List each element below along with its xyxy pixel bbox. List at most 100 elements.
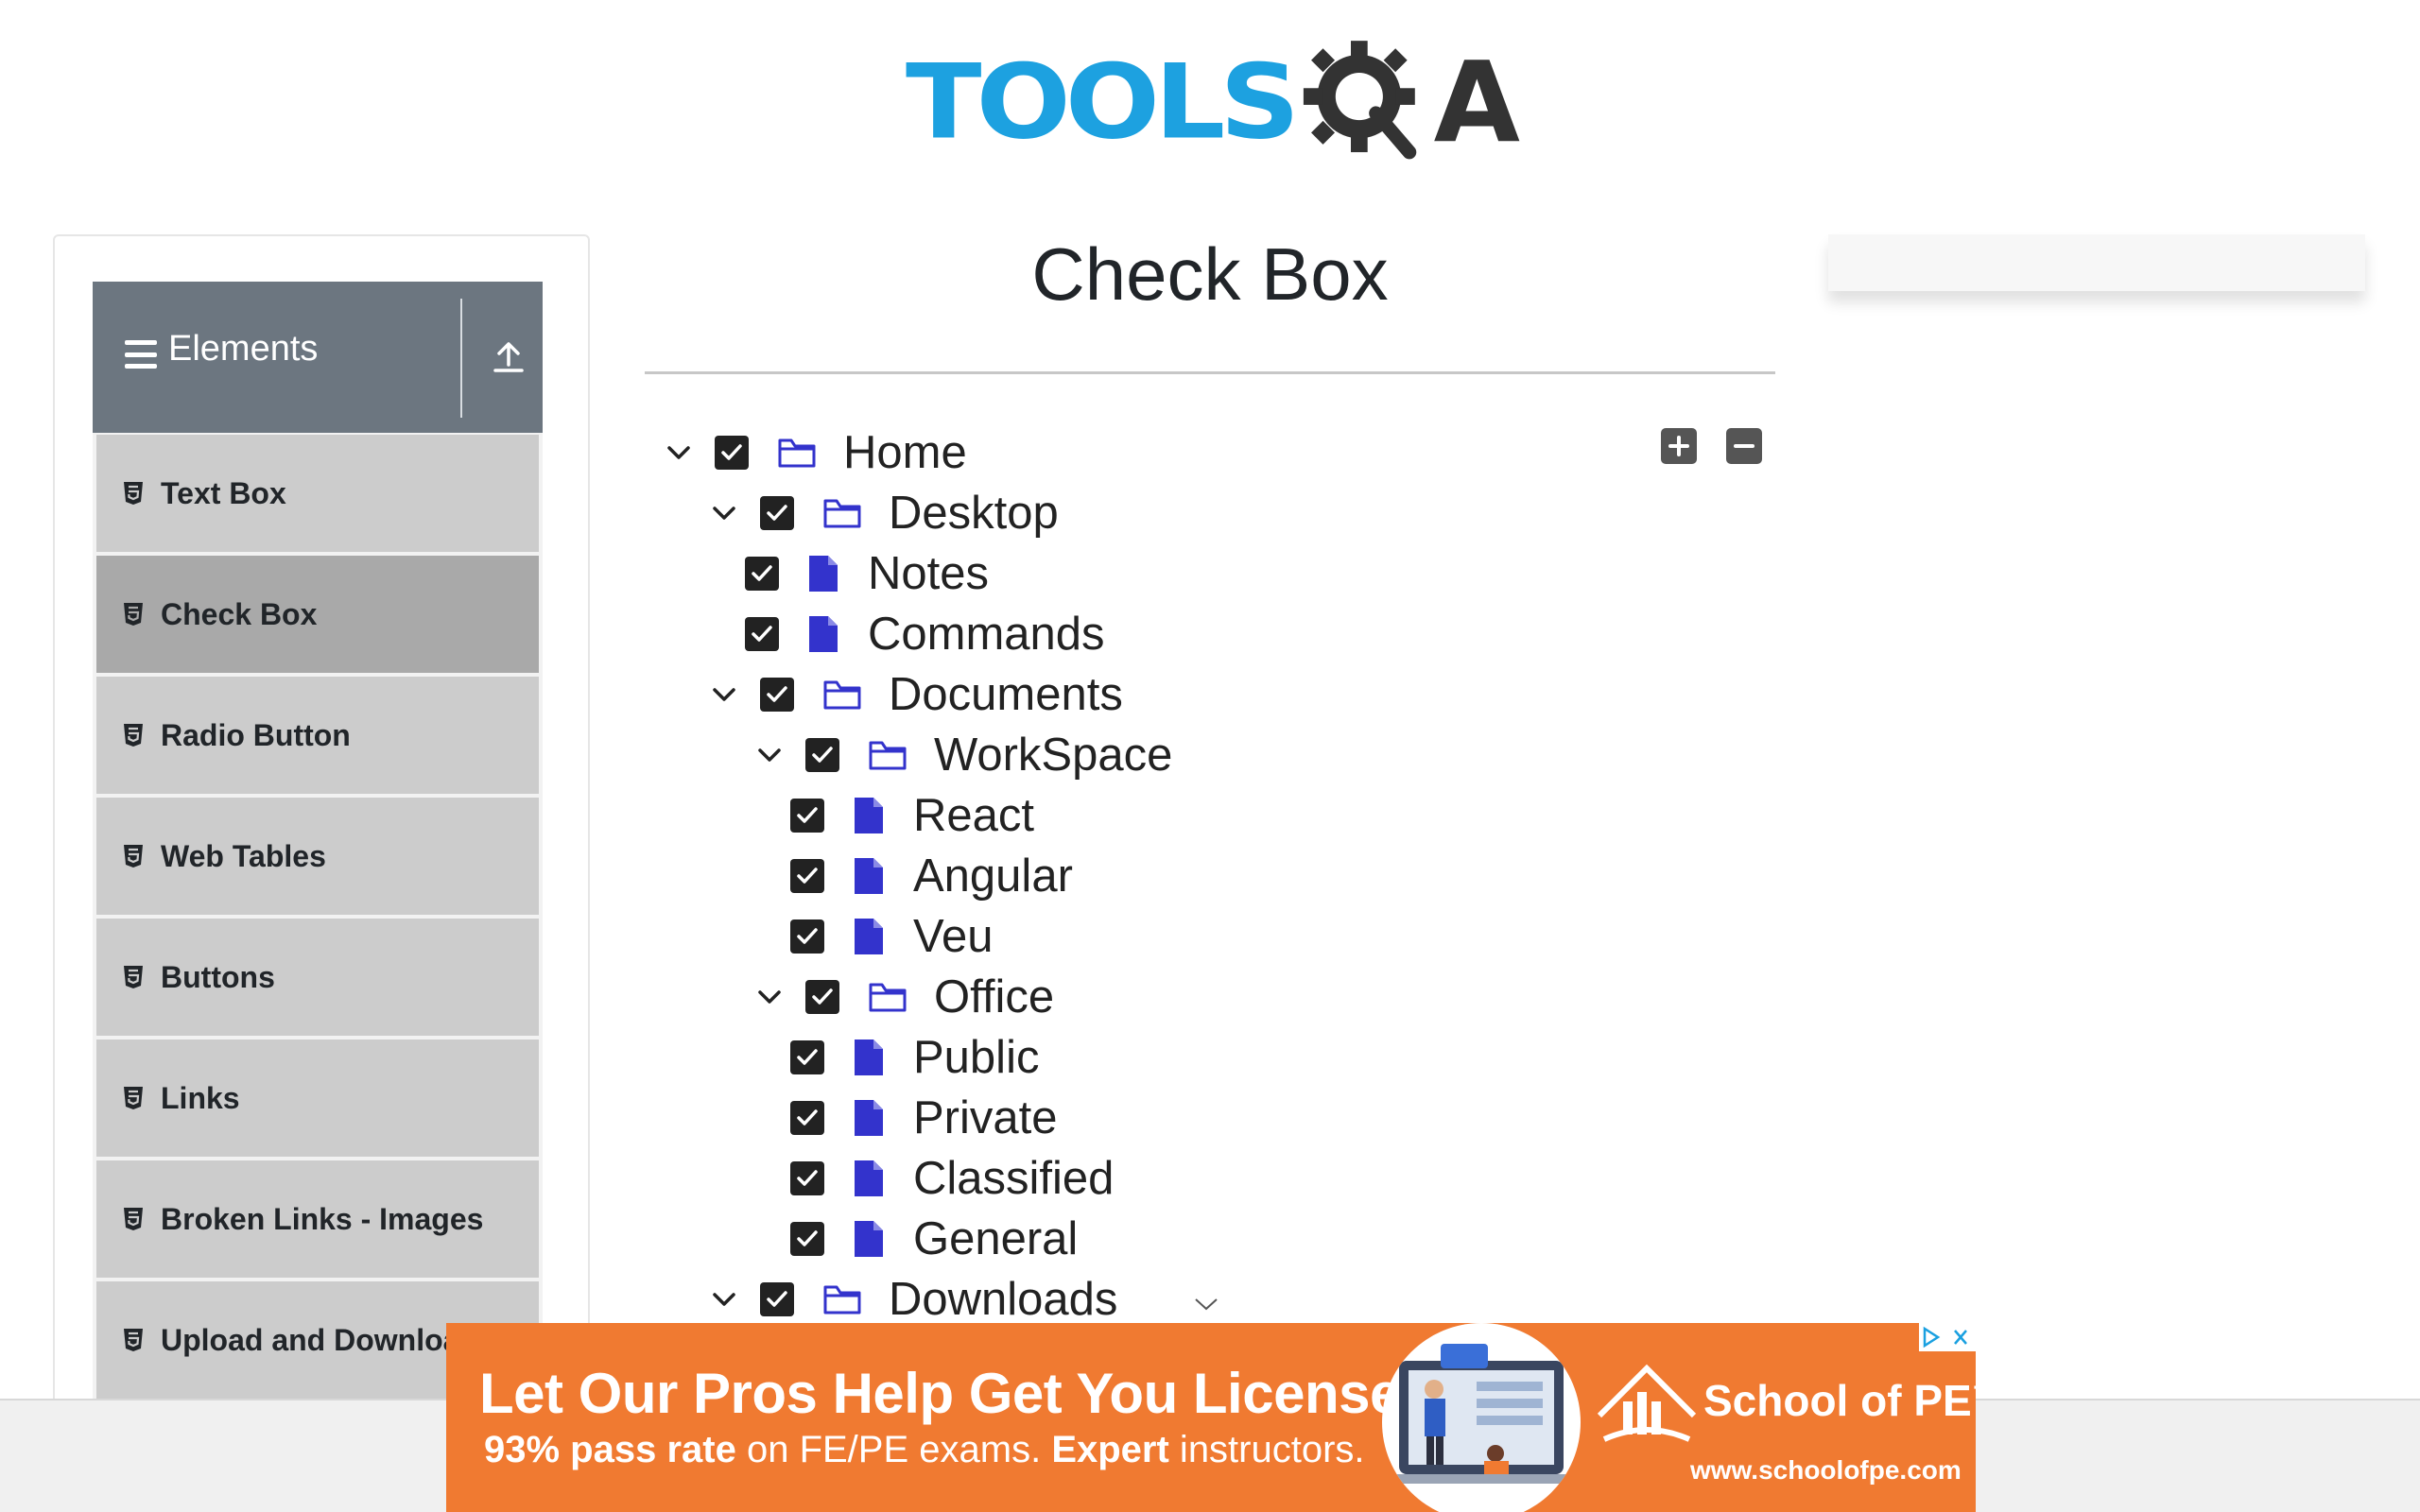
toolsqa-logo[interactable]: TOOLS A bbox=[906, 26, 1520, 178]
file-icon bbox=[853, 1219, 885, 1259]
checkbox[interactable] bbox=[760, 1282, 794, 1316]
html5-icon bbox=[124, 1208, 143, 1230]
tree-node-label[interactable]: Desktop bbox=[889, 487, 1059, 540]
folder-icon bbox=[822, 678, 862, 712]
ad-sub-bold-2: Expert bbox=[1051, 1429, 1169, 1470]
sidebar-item-label: Check Box bbox=[161, 596, 318, 631]
tree-node-label[interactable]: Public bbox=[913, 1031, 1039, 1084]
checkbox[interactable] bbox=[790, 1161, 824, 1195]
tree-node-label[interactable]: Angular bbox=[913, 850, 1073, 902]
file-icon bbox=[853, 1038, 885, 1077]
checkbox[interactable] bbox=[790, 799, 824, 833]
instructor-illustration-icon bbox=[1392, 1344, 1571, 1484]
chevron-down-icon[interactable] bbox=[662, 436, 696, 470]
file-icon bbox=[853, 856, 885, 896]
folder-icon bbox=[868, 738, 908, 772]
chevron-down-icon bbox=[1195, 1298, 1218, 1311]
tree-node-notes: Notes bbox=[745, 543, 989, 604]
tree-node-label[interactable]: Classified bbox=[913, 1152, 1114, 1205]
checkbox[interactable] bbox=[790, 1040, 824, 1074]
sidebar-item-check-box[interactable]: Check Box bbox=[93, 554, 543, 675]
tree-node-label[interactable]: Private bbox=[913, 1091, 1058, 1144]
chevron-down-icon[interactable] bbox=[752, 738, 786, 772]
file-icon bbox=[807, 614, 839, 654]
chevron-down-icon[interactable] bbox=[707, 1282, 741, 1316]
file-icon bbox=[853, 917, 885, 956]
collapse-all-button[interactable] bbox=[1726, 428, 1762, 464]
checkbox[interactable] bbox=[790, 919, 824, 954]
tree-node-classified: Classified bbox=[790, 1148, 1114, 1209]
checkbox[interactable] bbox=[790, 1222, 824, 1256]
sidebar-item-label: Radio Button bbox=[161, 717, 351, 752]
elements-group-header[interactable]: Elements bbox=[93, 282, 543, 433]
file-icon bbox=[807, 554, 839, 593]
ad-sub-text-1: on FE/PE exams. bbox=[735, 1429, 1052, 1470]
chevron-down-icon[interactable] bbox=[752, 980, 786, 1014]
chevron-down-icon[interactable] bbox=[707, 678, 741, 712]
checkbox[interactable] bbox=[790, 859, 824, 893]
ad-url: www.schoolofpe.com bbox=[1690, 1455, 1962, 1485]
sidebar-item-label: Upload and Download bbox=[161, 1322, 478, 1357]
side-ad-placeholder bbox=[1828, 234, 2365, 291]
checkbox[interactable] bbox=[715, 436, 749, 470]
sidebar-item-label: Web Tables bbox=[161, 838, 326, 873]
checkbox[interactable] bbox=[790, 1101, 824, 1135]
sidebar-item-radio-button[interactable]: Radio Button bbox=[93, 675, 543, 796]
folder-icon bbox=[777, 436, 817, 470]
tree-node-documents: Documents bbox=[707, 664, 1123, 725]
checkbox[interactable] bbox=[760, 678, 794, 712]
html5-icon bbox=[124, 603, 143, 626]
expand-all-button[interactable] bbox=[1661, 428, 1697, 464]
sidebar-item-buttons[interactable]: Buttons bbox=[93, 917, 543, 1038]
html5-icon bbox=[124, 1087, 143, 1109]
group-title: Elements bbox=[168, 329, 319, 369]
checkbox[interactable] bbox=[805, 738, 839, 772]
tree-node-private: Private bbox=[790, 1088, 1058, 1148]
file-icon bbox=[853, 1159, 885, 1198]
file-icon bbox=[853, 1098, 885, 1138]
sidebar-item-label: Links bbox=[161, 1080, 240, 1115]
sidebar-item-text-box[interactable]: Text Box bbox=[93, 433, 543, 554]
tree-node-label[interactable]: WorkSpace bbox=[934, 729, 1172, 782]
tree-node-label[interactable]: General bbox=[913, 1212, 1078, 1265]
html5-icon bbox=[124, 482, 143, 505]
sidebar-item-broken-links[interactable]: Broken Links - Images bbox=[93, 1159, 543, 1280]
plus-square-icon bbox=[1668, 436, 1689, 456]
tree-node-desktop: Desktop bbox=[707, 483, 1059, 543]
tree-node-label[interactable]: React bbox=[913, 789, 1034, 842]
tree-node-label[interactable]: Commands bbox=[868, 608, 1105, 661]
html5-icon bbox=[124, 966, 143, 988]
ad-sub-bold-1: 93% pass rate bbox=[484, 1429, 736, 1470]
tree-node-angular: Angular bbox=[790, 846, 1073, 906]
tree-node-label[interactable]: Documents bbox=[889, 668, 1123, 721]
adchoices-close-icon[interactable] bbox=[1919, 1323, 1976, 1351]
tree-node-react: React bbox=[790, 785, 1034, 846]
tree-node-label[interactable]: Downloads bbox=[889, 1273, 1117, 1326]
html5-icon bbox=[124, 724, 143, 747]
checkbox[interactable] bbox=[805, 980, 839, 1014]
checkbox[interactable] bbox=[760, 496, 794, 530]
tree-node-label[interactable]: Office bbox=[934, 971, 1054, 1023]
tree-node-general: General bbox=[790, 1209, 1078, 1269]
tree-node-home: Home bbox=[662, 422, 967, 483]
folder-icon bbox=[868, 980, 908, 1014]
sidebar-item-label: Text Box bbox=[161, 475, 286, 510]
tree-node-label[interactable]: Notes bbox=[868, 547, 989, 600]
checkbox[interactable] bbox=[745, 617, 779, 651]
collapse-up-icon[interactable] bbox=[492, 336, 526, 374]
folder-icon bbox=[822, 1282, 862, 1316]
gear-magnifier-icon bbox=[1304, 41, 1417, 160]
html5-icon bbox=[124, 845, 143, 868]
sidebar-item-label: Broken Links - Images bbox=[161, 1201, 484, 1236]
tree-node-workspace: WorkSpace bbox=[752, 725, 1172, 785]
tree-node-label[interactable]: Veu bbox=[913, 910, 993, 963]
tree-node-label[interactable]: Home bbox=[843, 426, 967, 479]
sidebar-item-links[interactable]: Links bbox=[93, 1038, 543, 1159]
hamburger-icon bbox=[125, 340, 157, 369]
sidebar-item-web-tables[interactable]: Web Tables bbox=[93, 796, 543, 917]
ad-banner[interactable]: Let Our Pros Help Get You Licensed 93% p… bbox=[446, 1323, 1976, 1512]
ad-illustration bbox=[1382, 1323, 1581, 1512]
tree-node-commands: Commands bbox=[745, 604, 1105, 664]
checkbox[interactable] bbox=[745, 557, 779, 591]
chevron-down-icon[interactable] bbox=[707, 496, 741, 530]
